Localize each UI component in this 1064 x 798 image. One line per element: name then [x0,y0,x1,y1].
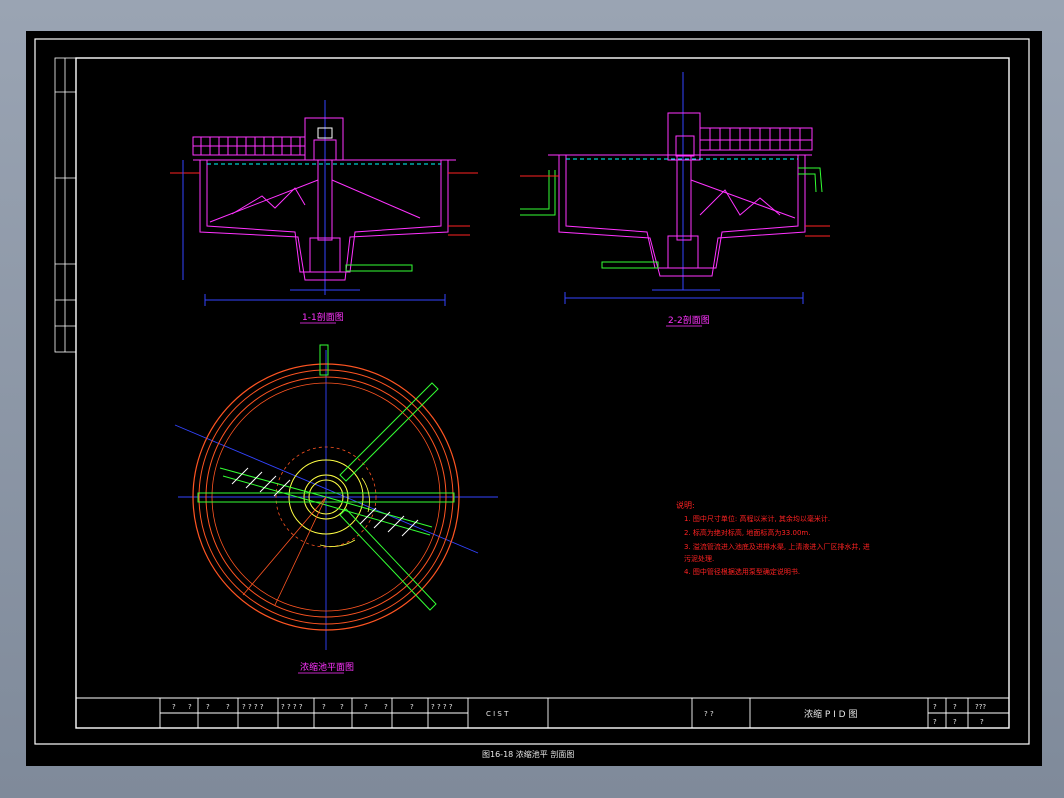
title-r6: ? [980,718,984,726]
title-cell: ? [340,703,344,711]
title-code: C I S T [486,710,509,718]
cad-viewport[interactable]: 1-1剖面图 2-2剖面图 浓缩池平面图 说明: 1. 图中尺寸单位: 高程以米… [26,31,1042,766]
footer-caption: 图16-18 浓缩池平 剖面图 [482,749,574,759]
title-cell: ? [322,703,326,711]
title-review: ? ? [704,710,714,718]
title-block [76,697,1009,728]
outer-frame [34,38,1030,745]
plan-view [174,344,498,650]
title-cell: ? ? ? ? [242,703,264,711]
title-cell: ? [226,703,230,711]
drawing-title: 浓缩 P I D 图 [804,708,857,720]
title-cell: ? [410,703,414,711]
title-r5: ? [953,718,957,726]
note-item: 2. 标高为绝对标高, 地面标高为33.00m. [684,528,810,537]
title-cell: ? ? ? ? [431,703,453,711]
note-item: 1. 图中尺寸单位: 高程以米计, 其余均以毫米计. [684,514,830,523]
title-r4: ? [933,718,937,726]
notes-block: 说明: 1. 图中尺寸单位: 高程以米计, 其余均以毫米计. 2. 标高为绝对标… [676,500,870,576]
title-cell: ? ? ? ? [281,703,303,711]
note-item: 3. 溢流管流进入池底及进排水渠, 上清液进入厂区排水井, 进 [684,542,870,551]
title-cell: ? [188,703,192,711]
inner-frame [75,57,1010,729]
section-2-2 [520,72,830,304]
title-r1: ? [933,703,937,711]
title-block-text: ? ? ? ? ? ? ? ? ? ? ? ? ? ? ? ? ? ? ? ? … [172,703,986,726]
notes-heading: 说明: [676,500,695,510]
binding-strip [54,57,77,353]
title-cell: ? [206,703,210,711]
plan-caption: 浓缩池平面图 [300,661,354,673]
section-1-caption: 1-1剖面图 [302,311,344,323]
section-2-caption: 2-2剖面图 [668,314,710,326]
note-item: 4. 图中管径根据选用泵型确定说明书. [684,567,800,576]
title-cell: ? [172,703,176,711]
title-cell: ? [384,703,388,711]
title-r2: ? [953,703,957,711]
note-item: 污泥处理. [684,554,714,563]
cad-drawing: 1-1剖面图 2-2剖面图 浓缩池平面图 说明: 1. 图中尺寸单位: 高程以米… [34,38,1030,759]
section-1-1 [170,100,478,306]
title-cell: ? [364,703,368,711]
title-r3: ??? [975,703,986,711]
